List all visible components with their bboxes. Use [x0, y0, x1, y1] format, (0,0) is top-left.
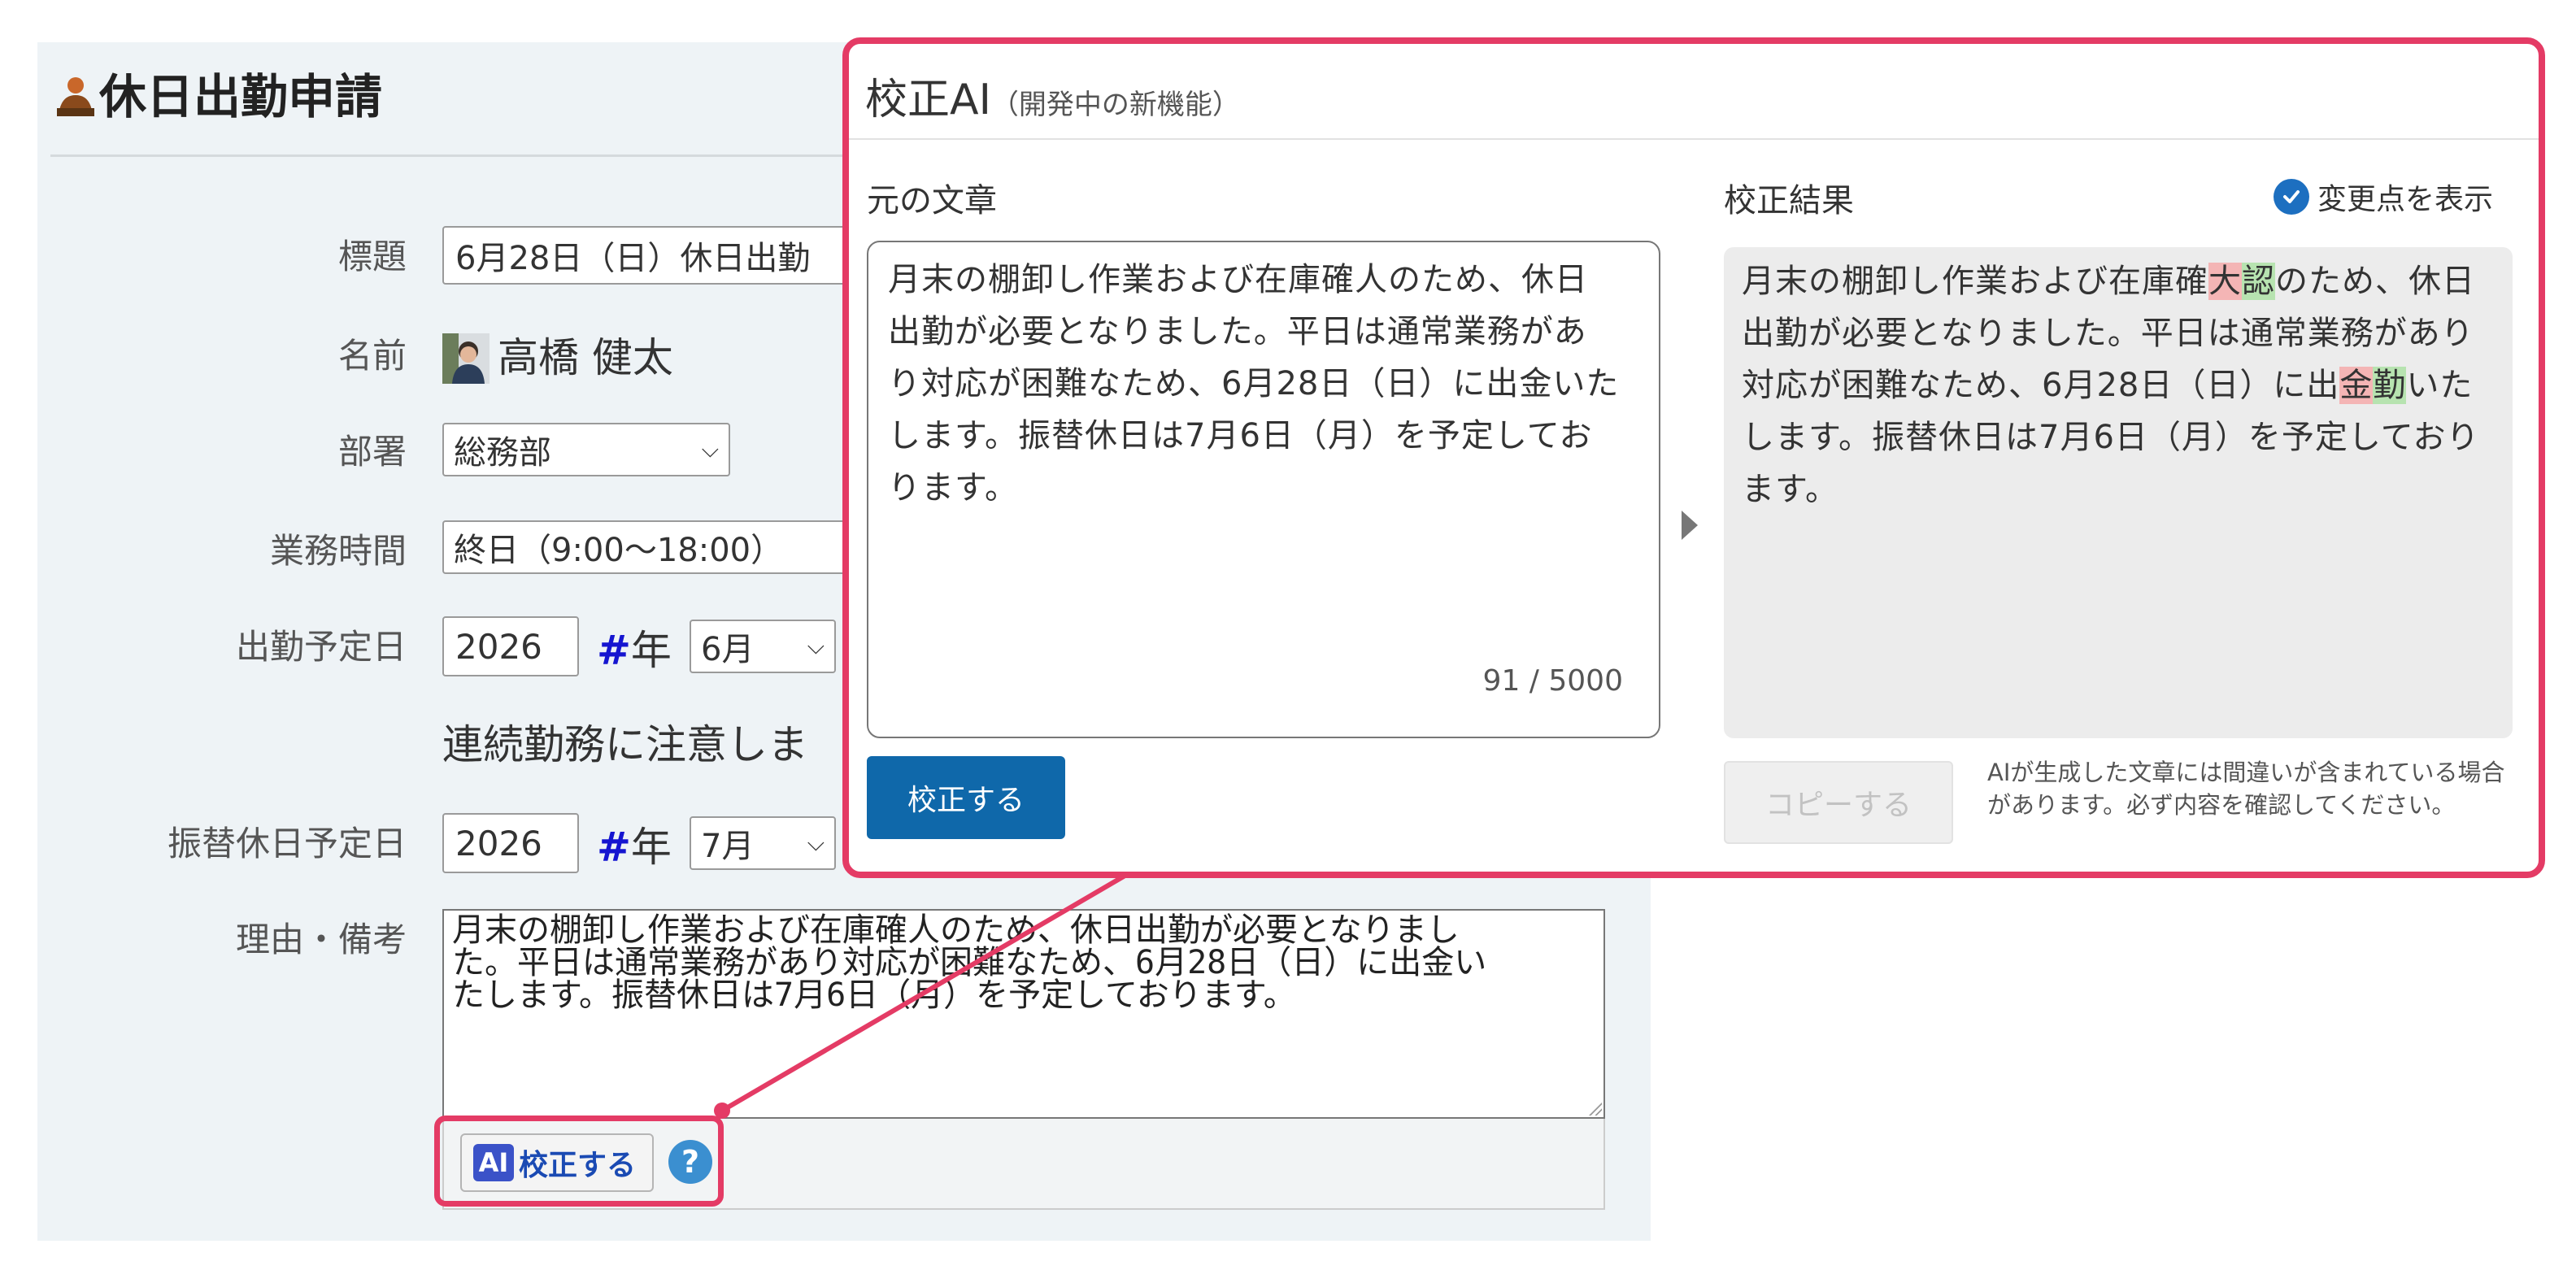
inserted-char: 勤 — [2373, 367, 2407, 404]
workdate-month-select[interactable]: 6月 ⌵ — [690, 620, 836, 673]
proofread-ai-popup: 校正AI（開発中の新機能） 元の文章 月末の棚卸し作業および在庫確人のため、休日… — [842, 37, 2545, 878]
ai-disclaimer: AIが生成した文章には間違いが含まれている場合があります。必ず内容を確認してくだ… — [1987, 759, 2505, 819]
workdate-hash: # — [597, 627, 631, 674]
form-header: 休日出勤申請 — [50, 49, 847, 157]
subject-input[interactable]: 6月28日（日）休日出勤 — [442, 226, 865, 285]
reason-line: たします。振替休日は7月6日（月）を予定しております。 — [452, 976, 1296, 1014]
deleted-char: 金 — [2339, 367, 2374, 404]
show-changes-toggle-label[interactable]: 変更点を表示 — [2317, 176, 2493, 218]
popup-title-text: 校正AI — [865, 76, 991, 124]
reason-line: た。平日は通常業務があり対応が困難なため、6月28日（日）に出金い — [452, 944, 1487, 981]
workdate-year-suffix: 年 — [630, 627, 672, 674]
reason-textarea[interactable]: 月末の棚卸し作業および在庫確人のため、休日出勤が必要となりまし た。平日は通常業… — [442, 909, 1605, 1119]
chevron-down-icon: ⌵ — [807, 633, 825, 659]
hours-select-value: 終日（9:00〜18:00） — [454, 532, 784, 569]
dept-label: 部署 — [337, 432, 407, 472]
check-icon[interactable] — [2274, 179, 2309, 215]
person-icon — [57, 77, 94, 116]
subdate-month-select[interactable]: 7月 ⌵ — [690, 816, 836, 870]
resize-handle[interactable] — [1587, 1101, 1602, 1116]
original-text-area[interactable]: 月末の棚卸し作業および在庫確人のため、休日出勤が必要となりました。平日は通常業務… — [867, 241, 1660, 738]
chevron-down-icon: ⌵ — [701, 436, 719, 463]
dept-select[interactable]: 総務部 ⌵ — [442, 423, 730, 476]
original-text-label: 元の文章 — [867, 182, 997, 220]
page-title: 休日出勤申請 — [57, 59, 382, 127]
avatar — [442, 333, 490, 384]
subdate-year-unit: #年 — [597, 815, 672, 873]
result-segment: 月末の棚卸し作業および在庫確 — [1742, 263, 2208, 300]
workdate-year-input[interactable]: 2026 — [442, 616, 579, 676]
consecutive-work-warning: 連続勤務に注意しま — [442, 721, 808, 768]
copy-button[interactable]: コピーする — [1724, 761, 1953, 844]
subdate-year-input[interactable]: 2026 — [442, 813, 579, 873]
dept-select-value: 総務部 — [454, 434, 551, 472]
subdate-label: 振替休日予定日 — [167, 824, 407, 863]
subdate-hash: # — [597, 824, 631, 871]
popup-header: 校正AI（開発中の新機能） — [849, 44, 2539, 140]
subdate-year-suffix: 年 — [630, 824, 672, 871]
name-value: 高橋 健太 — [498, 334, 673, 381]
inserted-char: 認 — [2242, 263, 2275, 300]
proofread-button[interactable]: 校正する — [867, 756, 1065, 839]
ai-button-highlight — [434, 1116, 724, 1207]
page-title-text: 休日出勤申請 — [99, 69, 383, 124]
reason-label: 理由・備考 — [235, 920, 407, 959]
subdate-month-value: 7月 — [701, 828, 755, 865]
deleted-char: 大 — [2208, 263, 2242, 300]
workdate-month-value: 6月 — [701, 631, 755, 668]
character-counter: 91 / 5000 — [1482, 664, 1623, 698]
result-label: 校正結果 — [1724, 182, 1854, 220]
chevron-down-icon: ⌵ — [807, 829, 825, 856]
result-text: 月末の棚卸し作業および在庫確大認のため、休日出勤が必要となりました。平日は通常業… — [1742, 255, 2490, 515]
subject-label: 標題 — [337, 237, 407, 276]
popup-subtitle: （開発中の新機能） — [990, 89, 1240, 121]
original-text: 月末の棚卸し作業および在庫確人のため、休日出勤が必要となりました。平日は通常業務… — [888, 261, 1620, 507]
workdate-label: 出勤予定日 — [235, 627, 407, 667]
result-text-area: 月末の棚卸し作業および在庫確大認のため、休日出勤が必要となりました。平日は通常業… — [1724, 247, 2513, 738]
name-label: 名前 — [337, 336, 407, 376]
popup-title: 校正AI（開発中の新機能） — [865, 65, 1240, 126]
workdate-year-unit: #年 — [597, 618, 672, 676]
hours-select[interactable]: 終日（9:00〜18:00） — [442, 520, 849, 574]
arrow-right-icon — [1682, 511, 1698, 540]
reason-line: 月末の棚卸し作業および在庫確人のため、休日出勤が必要となりまし — [452, 911, 1460, 949]
hours-label: 業務時間 — [269, 531, 407, 571]
